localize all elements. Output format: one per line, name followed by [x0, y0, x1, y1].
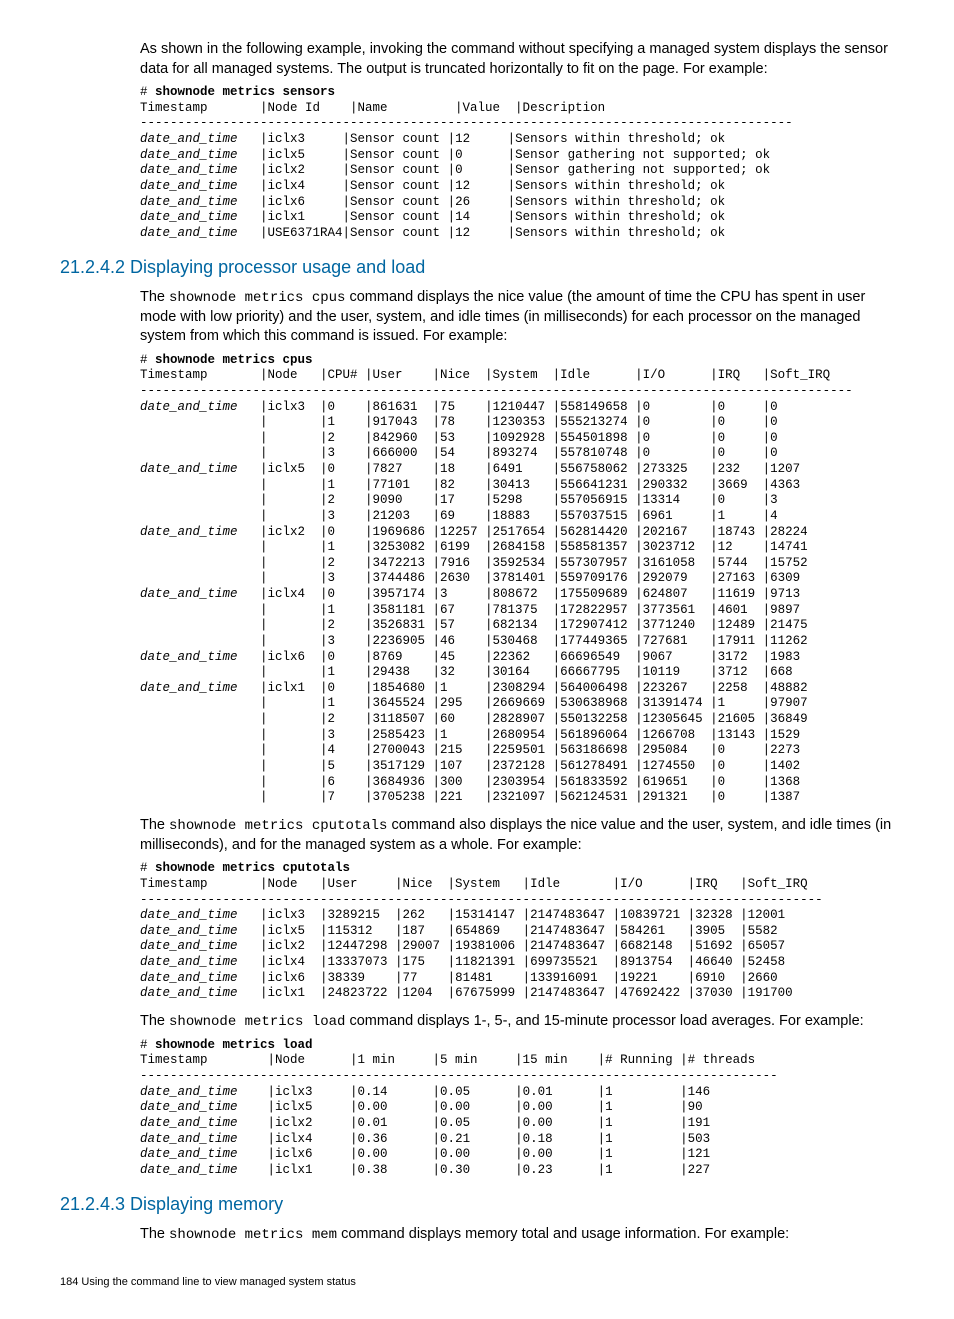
cpus-paragraph: The shownode metrics cpus command displa… [140, 288, 894, 347]
command-inline: shownode metrics cputotals [169, 818, 387, 834]
cpus-output: # shownode metrics cpus Timestamp |Node … [140, 353, 894, 806]
text-fragment: The [140, 289, 169, 305]
intro-paragraph: As shown in the following example, invok… [140, 40, 894, 79]
command-inline: shownode metrics cpus [169, 290, 345, 306]
cputotals-paragraph: The shownode metrics cputotals command a… [140, 816, 894, 855]
cputotals-output: # shownode metrics cputotals Timestamp |… [140, 861, 894, 1002]
page-footer: 184 Using the command line to view manag… [60, 1275, 894, 1290]
command-inline: shownode metrics load [169, 1014, 345, 1030]
section-21-2-4-3-title: 21.2.4.3 Displaying memory [60, 1192, 894, 1216]
command-inline: shownode metrics mem [169, 1227, 337, 1243]
sensors-output: # shownode metrics sensors Timestamp |No… [140, 85, 894, 241]
section-21-2-4-2-title: 21.2.4.2 Displaying processor usage and … [60, 255, 894, 279]
text-fragment: The [140, 1013, 169, 1029]
load-paragraph: The shownode metrics load command displa… [140, 1012, 894, 1032]
text-fragment: The [140, 817, 169, 833]
text-fragment: The [140, 1226, 169, 1242]
mem-paragraph: The shownode metrics mem command display… [140, 1225, 894, 1245]
text-fragment: command displays 1-, 5-, and 15-minute p… [345, 1013, 863, 1029]
load-output: # shownode metrics load Timestamp |Node … [140, 1038, 894, 1179]
text-fragment: command displays memory total and usage … [337, 1226, 789, 1242]
